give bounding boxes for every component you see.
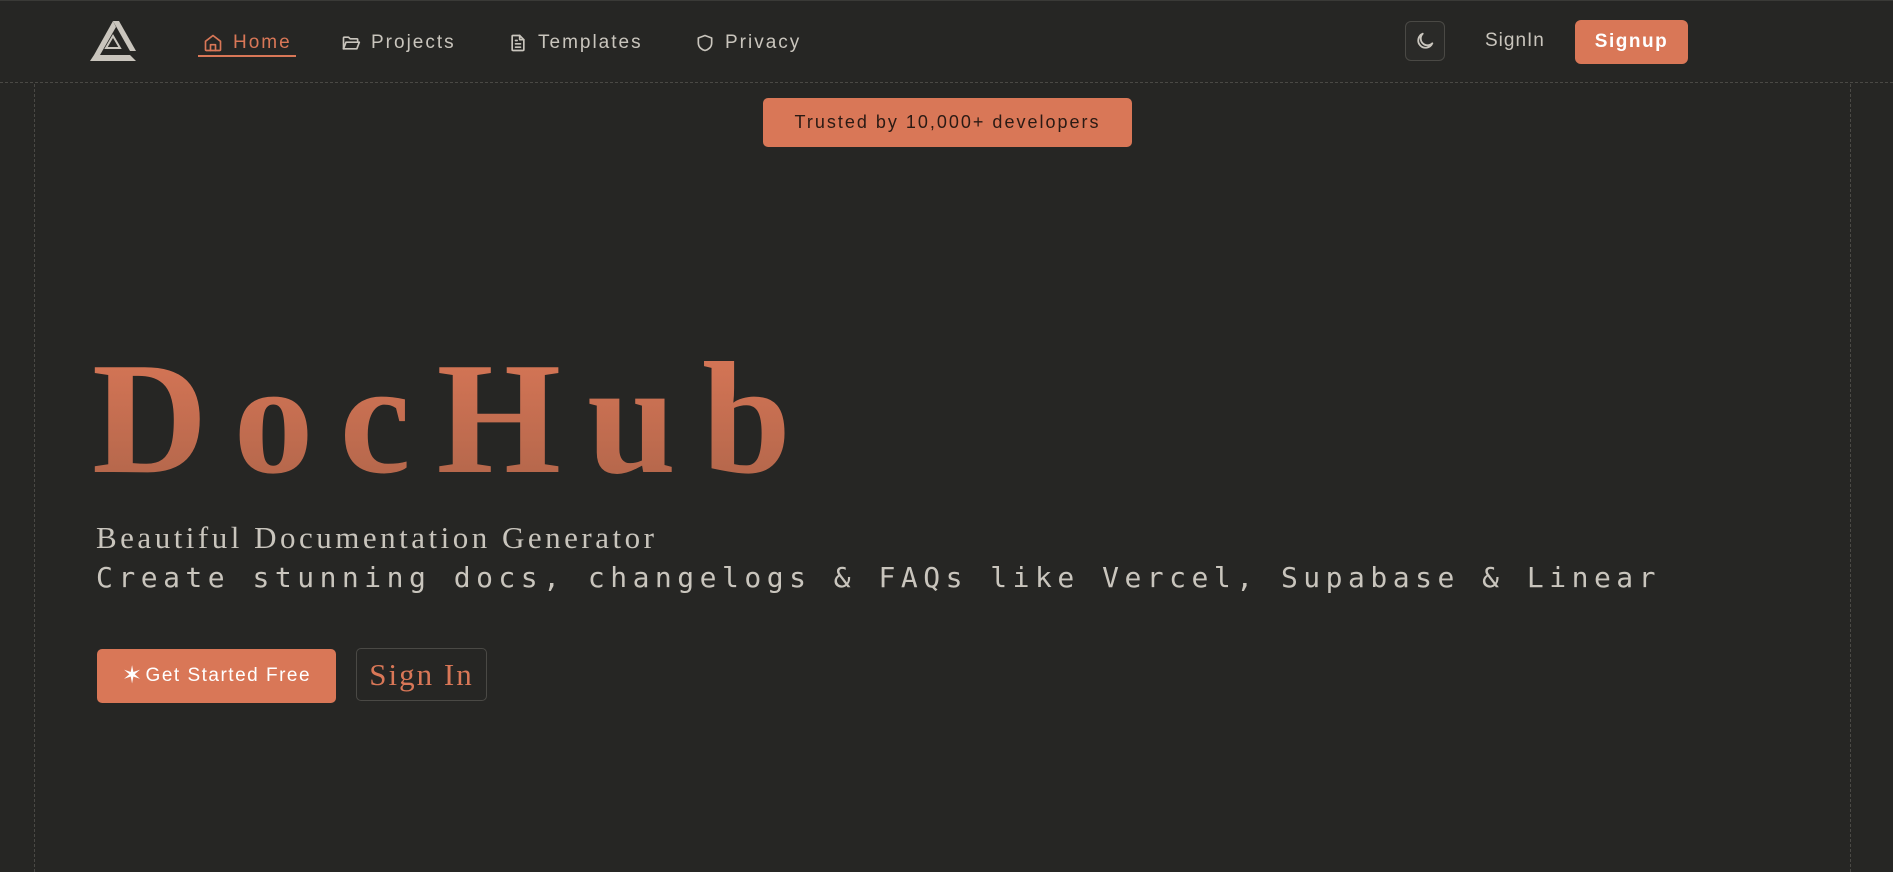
logo-icon[interactable] <box>86 18 140 66</box>
hero-subtitle: Beautiful Documentation Generator <box>96 520 658 555</box>
nav-active-underline <box>198 55 296 57</box>
theme-toggle-button[interactable] <box>1405 21 1445 61</box>
nav-projects[interactable]: Projects <box>341 30 456 56</box>
left-guide-line <box>34 84 35 872</box>
header-signin-link[interactable]: SignIn <box>1485 30 1545 52</box>
get-started-button[interactable]: ✶ Get Started Free <box>97 649 336 703</box>
trusted-badge: Trusted by 10,000+ developers <box>763 98 1132 147</box>
nav-templates-label: Templates <box>538 32 643 53</box>
nav-home-label: Home <box>233 32 292 53</box>
nav-privacy-label: Privacy <box>725 32 802 53</box>
nav-privacy[interactable]: Privacy <box>695 30 801 56</box>
hero-title: DocHub <box>92 329 817 507</box>
hero-tagline: Create stunning docs, changelogs & FAQs … <box>96 561 1662 594</box>
hero-signin-button[interactable]: Sign In <box>356 648 487 701</box>
nav-templates[interactable]: Templates <box>508 30 643 56</box>
shield-icon <box>697 34 713 52</box>
right-guide-line <box>1850 84 1851 872</box>
sparkle-icon: ✶ <box>121 662 144 689</box>
nav-home[interactable]: Home <box>203 30 292 56</box>
nav-projects-label: Projects <box>371 32 456 53</box>
signup-button[interactable]: Signup <box>1575 20 1688 64</box>
get-started-label: Get Started Free <box>145 665 312 686</box>
page: Home Projects Templates Privacy SignIn S… <box>0 0 1893 872</box>
moon-icon <box>1417 32 1434 49</box>
file-icon <box>511 34 525 52</box>
home-icon <box>204 34 222 52</box>
header: Home Projects Templates Privacy SignIn S… <box>0 0 1893 83</box>
folder-icon <box>342 36 361 50</box>
